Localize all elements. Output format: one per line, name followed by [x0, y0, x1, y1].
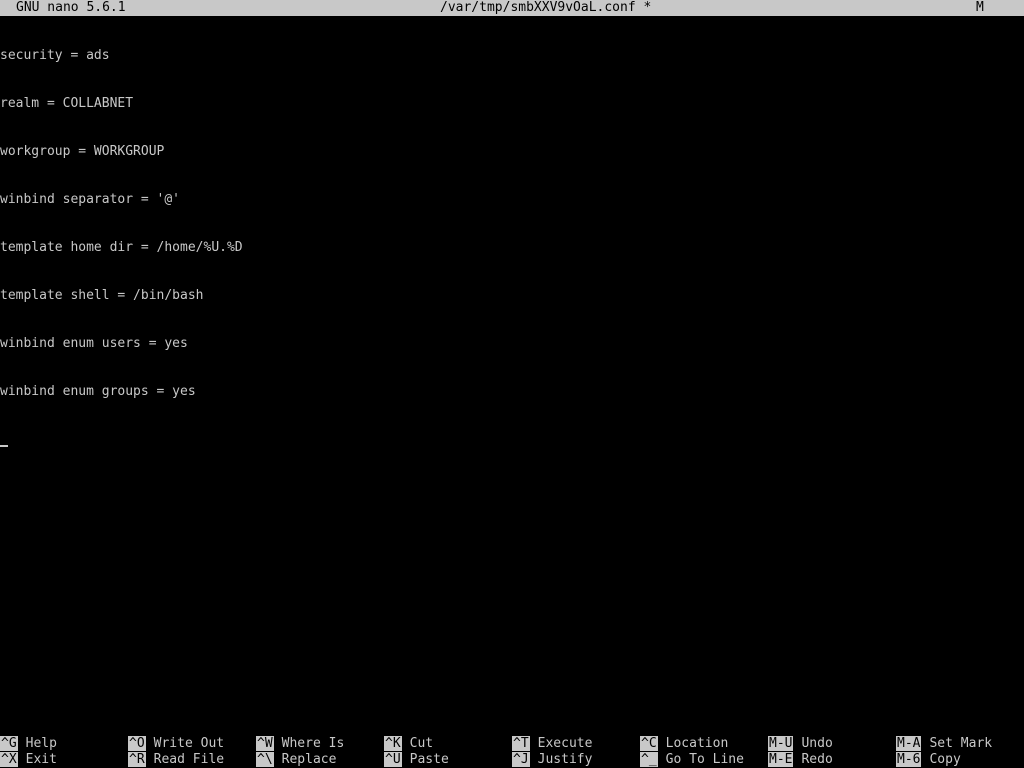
shortcut-key: ^J [512, 752, 530, 767]
shortcut-key: ^G [0, 736, 18, 751]
shortcut-key: ^K [384, 736, 402, 751]
text-cursor [0, 445, 8, 447]
shortcut-key: ^R [128, 752, 146, 767]
shortcut-label: Location [665, 736, 729, 751]
shortcut-label: Set Mark [929, 736, 993, 751]
shortcut-label: Exit [25, 752, 57, 767]
shortcut-label: Cut [409, 736, 434, 751]
editor-line[interactable]: winbind enum groups = yes [0, 384, 1024, 400]
editor-line[interactable]: winbind separator = '@' [0, 192, 1024, 208]
shortcut-key: M-6 [896, 752, 922, 767]
shortcut-label: Go To Line [665, 752, 744, 767]
editor-line[interactable]: workgroup = WORKGROUP [0, 144, 1024, 160]
shortcut-label: Paste [409, 752, 449, 767]
shortcut-label: Where Is [281, 736, 345, 751]
shortcut-key: ^O [128, 736, 146, 751]
shortcut-key: ^\ [256, 752, 274, 767]
shortcut-key: M-E [768, 752, 794, 767]
file-name: /var/tmp/smbXXV9vOaL.conf * [440, 0, 652, 15]
shortcut-label: Read File [153, 752, 225, 767]
shortcut-copy[interactable]: M-6 Copy [896, 752, 961, 768]
shortcut-go-to-line[interactable]: ^_ Go To Line [640, 752, 744, 768]
shortcut-exit[interactable]: ^X Exit [0, 752, 57, 768]
shortcut-label: Help [25, 736, 57, 751]
shortcut-key: ^T [512, 736, 530, 751]
text-editor-area[interactable]: security = ads realm = COLLABNET workgro… [0, 16, 1024, 736]
editor-line[interactable]: realm = COLLABNET [0, 96, 1024, 112]
shortcut-execute[interactable]: ^T Execute [512, 736, 592, 752]
shortcut-key: ^C [640, 736, 658, 751]
shortcut-label: Write Out [153, 736, 225, 751]
editor-line[interactable]: security = ads [0, 48, 1024, 64]
shortcut-label: Execute [537, 736, 593, 751]
shortcut-label: Undo [801, 736, 833, 751]
shortcut-write-out[interactable]: ^O Write Out [128, 736, 224, 752]
shortcut-read-file[interactable]: ^R Read File [128, 752, 224, 768]
shortcut-bar: ^G Help ^O Write Out ^W Where Is ^K Cut ^T Ex… [0, 736, 1024, 768]
shortcut-cut[interactable]: ^K Cut [384, 736, 433, 752]
editor-line[interactable]: template shell = /bin/bash [0, 288, 1024, 304]
shortcut-key: M-U [768, 736, 794, 751]
shortcut-key: M-A [896, 736, 922, 751]
shortcut-replace[interactable]: ^\ Replace [256, 752, 336, 768]
shortcut-key: ^_ [640, 752, 658, 767]
shortcut-label: Copy [929, 752, 961, 767]
editor-line[interactable]: template home dir = /home/%U.%D [0, 240, 1024, 256]
shortcut-location[interactable]: ^C Location [640, 736, 728, 752]
shortcut-where-is[interactable]: ^W Where Is [256, 736, 344, 752]
shortcut-justify[interactable]: ^J Justify [512, 752, 592, 768]
shortcut-label: Redo [801, 752, 833, 767]
editor-line-current[interactable] [0, 432, 1024, 448]
shortcut-set-mark[interactable]: M-A Set Mark [896, 736, 992, 752]
modified-indicator: M [976, 0, 984, 15]
shortcut-key: ^W [256, 736, 274, 751]
app-version: GNU nano 5.6.1 [16, 0, 126, 15]
editor-line[interactable]: winbind enum users = yes [0, 336, 1024, 352]
shortcut-label: Replace [281, 752, 337, 767]
title-bar: GNU nano 5.6.1 /var/tmp/smbXXV9vOaL.conf… [0, 0, 1024, 16]
shortcut-key: ^U [384, 752, 402, 767]
shortcut-undo[interactable]: M-U Undo [768, 736, 833, 752]
shortcut-paste[interactable]: ^U Paste [384, 752, 449, 768]
shortcut-key: ^X [0, 752, 18, 767]
shortcut-redo[interactable]: M-E Redo [768, 752, 833, 768]
shortcut-label: Justify [537, 752, 593, 767]
shortcut-help[interactable]: ^G Help [0, 736, 57, 752]
